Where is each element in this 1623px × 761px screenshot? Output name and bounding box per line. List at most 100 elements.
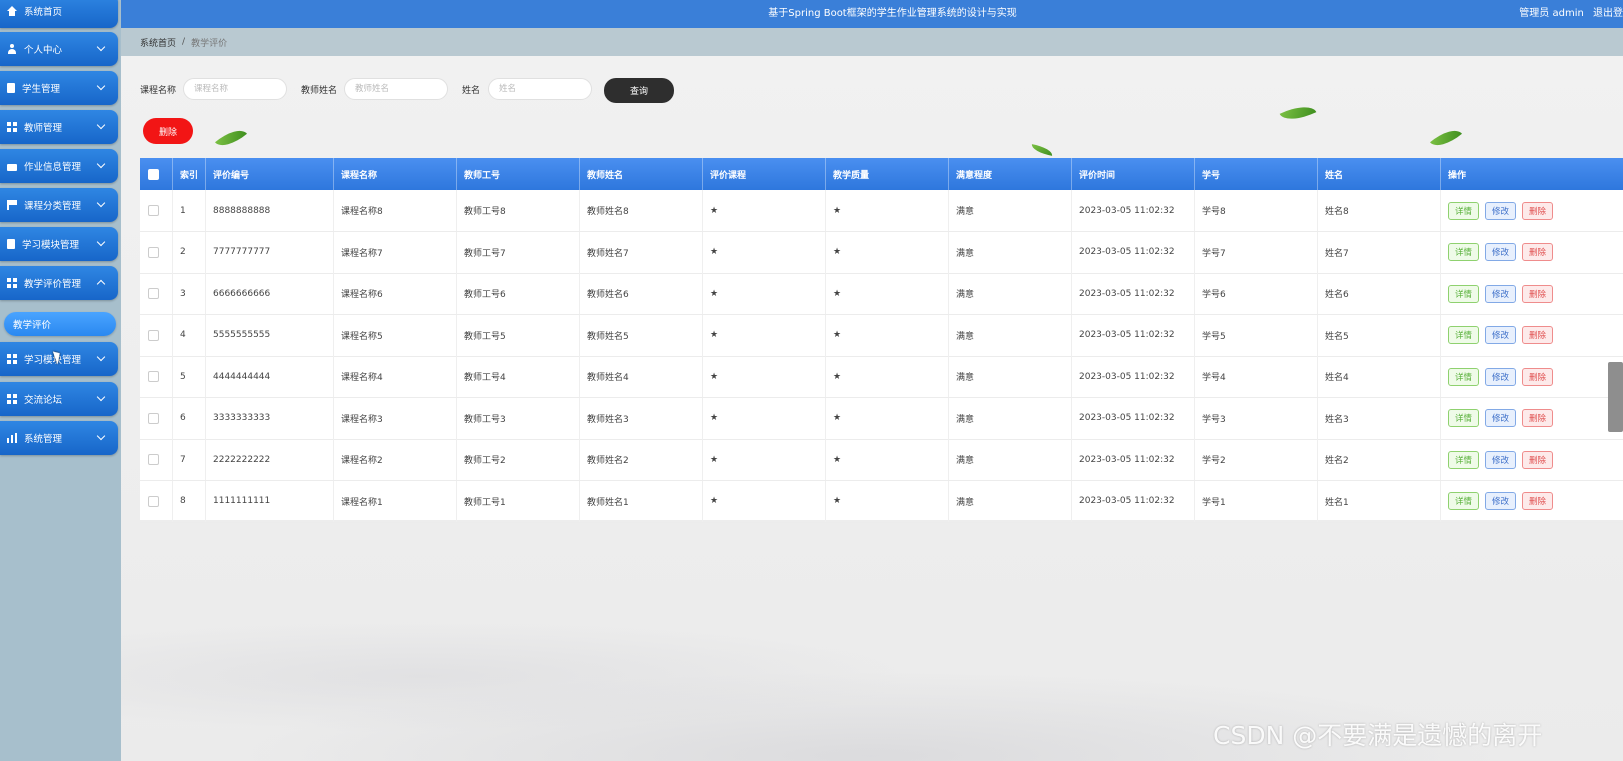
cell-sno: 学号1 bbox=[1195, 480, 1318, 522]
sidebar-item-forum[interactable]: 交流论坛 bbox=[0, 382, 118, 416]
row-select-cell bbox=[140, 356, 173, 397]
cell-tno: 教师工号5 bbox=[457, 314, 580, 356]
row-checkbox[interactable] bbox=[148, 329, 159, 341]
detail-button[interactable]: 详情 bbox=[1448, 367, 1479, 386]
cell-code: 4444444444 bbox=[206, 356, 334, 397]
column-header: 满意程度 bbox=[949, 158, 1072, 190]
cell-sname: 姓名3 bbox=[1318, 397, 1441, 439]
sidebar-item-personal[interactable]: 个人中心 bbox=[0, 32, 118, 66]
leaf-decoration bbox=[215, 122, 247, 154]
app-title: 基于Spring Boot框架的学生作业管理系统的设计与实现 bbox=[768, 8, 1017, 19]
student-name-input[interactable] bbox=[488, 78, 592, 100]
row-checkbox[interactable] bbox=[148, 412, 159, 424]
cell-quality: ★ bbox=[826, 439, 949, 480]
sidebar-item-students[interactable]: 学生管理 bbox=[0, 71, 118, 105]
delete-button[interactable]: 删除 bbox=[1522, 367, 1553, 386]
cell-sname: 姓名1 bbox=[1318, 480, 1441, 522]
cell-tno: 教师工号6 bbox=[457, 273, 580, 314]
breadcrumb-separator: / bbox=[182, 37, 186, 47]
sidebar-item-homework[interactable]: 作业信息管理 bbox=[0, 149, 118, 183]
row-select-cell bbox=[140, 480, 173, 522]
detail-button[interactable]: 详情 bbox=[1448, 201, 1479, 220]
scrollbar-thumb[interactable] bbox=[1608, 362, 1623, 432]
cell-code: 8888888888 bbox=[206, 190, 334, 231]
admin-label: 管理员 admin bbox=[1519, 8, 1584, 19]
sidebar-item-study-module[interactable]: 学习模块管理 bbox=[0, 227, 118, 261]
row-checkbox[interactable] bbox=[148, 288, 159, 299]
delete-button[interactable]: 删除 bbox=[1522, 492, 1553, 510]
query-button[interactable]: 查询 bbox=[604, 78, 674, 103]
detail-button[interactable]: 详情 bbox=[1448, 492, 1479, 510]
delete-button[interactable]: 删除 bbox=[1522, 284, 1553, 303]
edit-button[interactable]: 修改 bbox=[1485, 367, 1516, 386]
edit-button[interactable]: 修改 bbox=[1485, 284, 1516, 303]
detail-button[interactable]: 详情 bbox=[1448, 409, 1479, 427]
row-actions: 详情 修改 删除 bbox=[1441, 315, 1623, 356]
cell-tname: 教师姓名5 bbox=[580, 314, 703, 356]
cell-tno: 教师工号8 bbox=[457, 190, 580, 231]
sidebar-item-label: 教师管理 bbox=[24, 123, 63, 134]
table-row: 7 2222222222 课程名称2 教师工号2 教师姓名2 ★ ★ 满意 2023-03-05… bbox=[140, 439, 1623, 481]
delete-button[interactable]: 删除 bbox=[1522, 450, 1553, 469]
delete-button[interactable]: 删除 bbox=[1522, 409, 1553, 427]
cell-sname: 姓名4 bbox=[1318, 356, 1441, 397]
cell-tname: 教师姓名6 bbox=[580, 273, 703, 314]
sidebar-item-evaluation[interactable]: 教学评价管理 bbox=[0, 266, 118, 300]
delete-button[interactable]: 删除 bbox=[1522, 243, 1553, 261]
breadcrumb-home[interactable]: 系统首页 bbox=[140, 36, 176, 49]
edit-button[interactable]: 修改 bbox=[1485, 201, 1516, 220]
course-name-input[interactable] bbox=[183, 78, 287, 100]
edit-button[interactable]: 修改 bbox=[1485, 492, 1516, 510]
row-checkbox[interactable] bbox=[148, 246, 159, 258]
cell-code: 6666666666 bbox=[206, 273, 334, 314]
flag-icon bbox=[7, 200, 17, 210]
sidebar-subitem-evaluation[interactable]: 教学评价 bbox=[4, 312, 116, 336]
cell-code: 3333333333 bbox=[206, 397, 334, 439]
row-checkbox[interactable] bbox=[148, 205, 159, 216]
cell-idx: 1 bbox=[173, 190, 206, 231]
logout-link[interactable]: 退出登 bbox=[1593, 8, 1623, 19]
watermark: CSDN @不要满是遗憾的离开 bbox=[1213, 721, 1543, 750]
user-icon bbox=[7, 44, 17, 54]
select-all-checkbox[interactable] bbox=[148, 168, 159, 180]
cell-time: 2023-03-05 11:02:32 bbox=[1072, 439, 1195, 480]
sidebar-item-teachers[interactable]: 教师管理 bbox=[0, 110, 118, 144]
detail-button[interactable]: 详情 bbox=[1448, 243, 1479, 261]
chevron-down-icon bbox=[96, 237, 106, 247]
delete-button[interactable]: 删除 bbox=[1522, 326, 1553, 344]
cell-idx: 8 bbox=[173, 480, 206, 522]
sidebar-item-label: 个人中心 bbox=[24, 45, 63, 56]
detail-button[interactable]: 详情 bbox=[1448, 284, 1479, 303]
leaf-decoration bbox=[1430, 122, 1462, 154]
cell-satis: 满意 bbox=[949, 231, 1072, 273]
cell-course: 课程名称5 bbox=[334, 314, 457, 356]
batch-delete-button[interactable]: 删除 bbox=[143, 118, 193, 144]
sidebar-item-system[interactable]: 系统管理 bbox=[0, 421, 118, 455]
sidebar-item-home[interactable]: 系统首页 bbox=[0, 0, 118, 28]
row-checkbox[interactable] bbox=[148, 495, 159, 507]
row-checkbox[interactable] bbox=[148, 371, 159, 382]
sidebar-item-label: 学生管理 bbox=[22, 84, 61, 95]
edit-button[interactable]: 修改 bbox=[1485, 409, 1516, 427]
detail-button[interactable]: 详情 bbox=[1448, 450, 1479, 469]
row-checkbox[interactable] bbox=[148, 454, 159, 465]
cell-tname: 教师姓名1 bbox=[580, 480, 703, 522]
delete-button[interactable]: 删除 bbox=[1522, 201, 1553, 220]
teacher-name-input[interactable] bbox=[344, 78, 448, 100]
table-row: 6 3333333333 课程名称3 教师工号3 教师姓名3 ★ ★ 满意 2023-03-05… bbox=[140, 397, 1623, 440]
cell-course: 课程名称4 bbox=[334, 356, 457, 397]
sidebar-item-label: 学习模块管理 bbox=[24, 355, 82, 366]
cell-tno: 教师工号2 bbox=[457, 439, 580, 480]
column-header: 课程名称 bbox=[334, 158, 457, 190]
edit-button[interactable]: 修改 bbox=[1485, 326, 1516, 344]
cell-sno: 学号6 bbox=[1195, 273, 1318, 314]
cell-quality: ★ bbox=[826, 480, 949, 522]
chevron-down-icon bbox=[96, 431, 106, 441]
sidebar-item-course-category[interactable]: 课程分类管理 bbox=[0, 188, 118, 222]
edit-button[interactable]: 修改 bbox=[1485, 450, 1516, 469]
edit-button[interactable]: 修改 bbox=[1485, 243, 1516, 261]
cell-tname: 教师姓名8 bbox=[580, 190, 703, 231]
cell-tname: 教师姓名2 bbox=[580, 439, 703, 480]
detail-button[interactable]: 详情 bbox=[1448, 326, 1479, 344]
cell-sname: 姓名6 bbox=[1318, 273, 1441, 314]
